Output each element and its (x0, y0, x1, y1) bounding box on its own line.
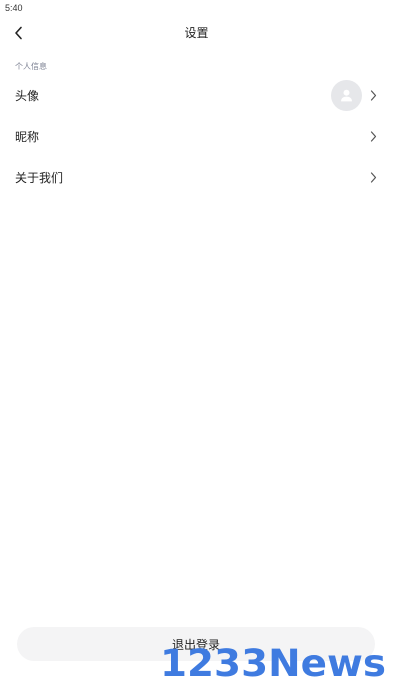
settings-item-label: 关于我们 (15, 170, 64, 185)
chevron-right-icon (369, 172, 377, 184)
watermark-logo: 1233News (160, 642, 386, 685)
watermark-text: 1233News (160, 642, 386, 685)
settings-item-nickname[interactable]: 昵称 (0, 116, 393, 157)
settings-item-label: 昵称 (15, 129, 40, 144)
settings-item-label: 头像 (15, 88, 40, 103)
status-time: 5:40 (5, 3, 23, 13)
status-bar: 5:40 (0, 0, 393, 16)
navigation-bar: 设置 (0, 16, 393, 50)
settings-item-avatar[interactable]: 头像 (0, 75, 393, 116)
chevron-right-icon (369, 90, 377, 102)
chevron-right-icon (369, 131, 377, 143)
settings-item-about-us[interactable]: 关于我们 (0, 157, 393, 198)
section-header: 个人信息 (15, 62, 47, 71)
page-title: 设置 (184, 26, 209, 40)
user-placeholder-icon (341, 89, 352, 102)
avatar (331, 80, 362, 111)
settings-list: 头像 昵称 关于我们 (0, 75, 393, 198)
